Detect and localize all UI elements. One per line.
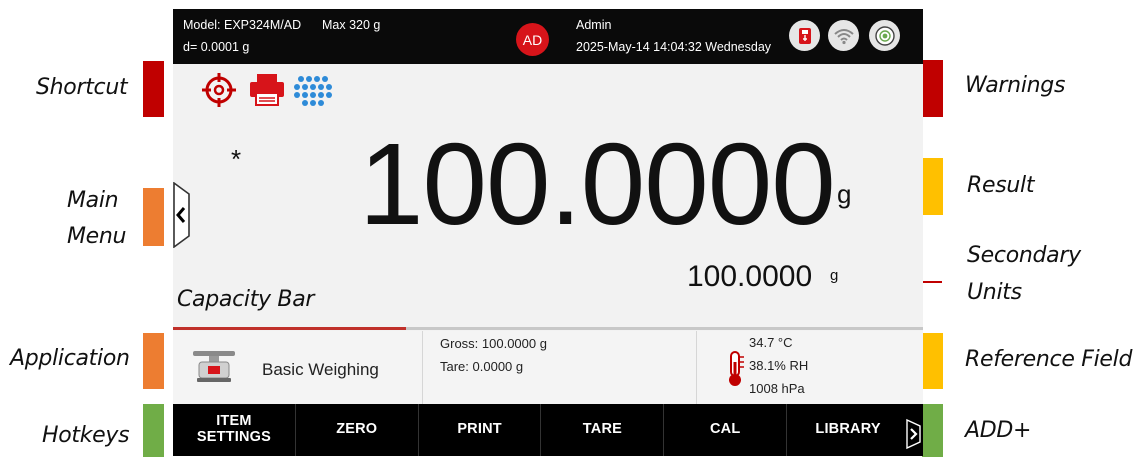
weight-unit: g xyxy=(837,179,852,209)
callout-secondary-units-line1: Secondary xyxy=(967,243,1081,268)
model-text: Model: EXP324M/AD xyxy=(183,18,302,32)
callout-shortcut: Shortcut xyxy=(36,75,128,100)
keypad-dots-icon[interactable] xyxy=(292,74,334,111)
secondary-result: 100.0000 xyxy=(687,260,813,293)
callout-secondary-units-line2: Units xyxy=(967,280,1022,305)
application-field[interactable]: Basic Weighing xyxy=(173,331,423,404)
pressure-value: 1008 hPa xyxy=(749,381,805,396)
main-menu-tab[interactable] xyxy=(173,181,193,249)
callout-marker-warnings xyxy=(922,60,943,117)
date-time: 2025-May-14 14:04:32 Wednesday xyxy=(576,40,772,54)
info-row: Basic Weighing Gross: 100.0000 g Tare: 0… xyxy=(173,331,923,404)
hotkey-zero[interactable]: ZERO xyxy=(296,404,419,456)
balance-screen: Model: EXP324M/AD Max 320 g d= 0.0001 g … xyxy=(173,9,923,456)
add-hotkey-button[interactable] xyxy=(906,418,923,450)
callout-marker-result xyxy=(922,158,943,215)
callout-marker-main-menu xyxy=(143,188,164,246)
readability-text: d= 0.0001 g xyxy=(183,40,250,54)
thermometer-icon xyxy=(724,350,746,393)
tare-value: Tare: 0.0000 g xyxy=(440,359,524,374)
hotkey-tare[interactable]: TARE xyxy=(541,404,665,456)
hotkey-library[interactable]: LIBRARY xyxy=(787,404,923,456)
status-bar: Model: EXP324M/AD Max 320 g d= 0.0001 g … xyxy=(173,9,923,64)
callout-application: Application xyxy=(10,346,130,371)
callout-hotkeys: Hotkeys xyxy=(42,423,130,448)
application-name: Basic Weighing xyxy=(262,360,379,379)
main-display: * 100.0000 g 100.0000 g Capacity Bar xyxy=(173,64,923,330)
gross-tare-field: Gross: 100.0000 g Tare: 0.0000 g xyxy=(422,331,697,404)
callout-marker-add xyxy=(922,404,943,457)
callout-result: Result xyxy=(967,173,1035,198)
scale-icon xyxy=(191,345,237,390)
capacity-bar xyxy=(173,327,923,330)
hotkey-cal[interactable]: CAL xyxy=(664,404,788,456)
callout-reference-field: Reference Field xyxy=(965,347,1133,372)
capacity-bar-fill xyxy=(173,327,406,330)
reference-field[interactable]: 34.7 °C 38.1% RH 1008 hPa xyxy=(696,331,923,404)
callout-marker-shortcut xyxy=(143,61,164,117)
level-target-icon[interactable] xyxy=(201,72,237,113)
max-capacity-text: Max 320 g xyxy=(322,18,381,32)
callout-capacity-bar: Capacity Bar xyxy=(177,287,315,312)
callout-marker-application xyxy=(143,333,164,389)
wifi-icon[interactable] xyxy=(828,20,859,51)
usb-icon[interactable] xyxy=(789,20,820,51)
callout-marker-hotkeys xyxy=(143,404,164,457)
callout-warnings: Warnings xyxy=(965,73,1066,98)
hotkey-bar: ITEM SETTINGS ZERO PRINT TARE CAL LIBRAR… xyxy=(173,404,923,456)
humidity-value: 38.1% RH xyxy=(749,358,809,373)
level-bubble-icon[interactable] xyxy=(869,20,900,51)
callout-add-plus: ADD+ xyxy=(965,418,1032,443)
printer-icon[interactable] xyxy=(248,73,286,112)
gross-value: Gross: 100.0000 g xyxy=(440,336,547,351)
hotkey-print[interactable]: PRINT xyxy=(419,404,542,456)
weight-result: 100.0000 xyxy=(359,119,836,249)
secondary-unit: g xyxy=(830,267,839,284)
user-avatar[interactable]: AD xyxy=(516,23,549,56)
user-name: Admin xyxy=(576,18,612,32)
callout-main-menu-line1: Main xyxy=(67,188,119,213)
hotkey-item-settings[interactable]: ITEM SETTINGS xyxy=(173,404,296,456)
callout-main-menu-line2: Menu xyxy=(67,224,127,249)
temperature-value: 34.7 °C xyxy=(749,335,793,350)
stability-indicator: * xyxy=(231,144,242,174)
callout-marker-reference-field xyxy=(922,333,943,389)
